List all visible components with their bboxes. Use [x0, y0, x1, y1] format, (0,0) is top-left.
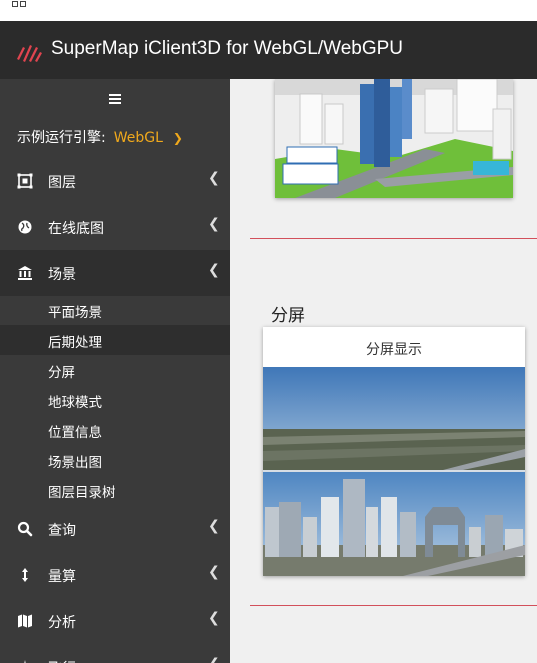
- sub-item-post-processing[interactable]: 后期处理: [0, 325, 230, 355]
- chevron-left-icon: ❮: [208, 564, 220, 580]
- sidebar-item-layers[interactable]: 图层 ❮: [0, 158, 230, 204]
- sub-item-label: 后期处理: [48, 335, 102, 351]
- sidebar-item-online-basemap[interactable]: 在线底图 ❮: [0, 204, 230, 250]
- sub-item-globe-mode[interactable]: 地球模式: [0, 385, 230, 415]
- grid-icon: [12, 1, 26, 7]
- card-caption: 分屏显示: [366, 342, 422, 358]
- arrows-vertical-icon: [22, 568, 28, 582]
- chevron-left-icon: ❮: [208, 610, 220, 626]
- sidebar-item-query[interactable]: 查询 ❮: [0, 506, 230, 552]
- sub-item-label: 图层目录树: [48, 485, 116, 501]
- city-scene-thumbnail: [275, 79, 513, 198]
- app-header: SuperMap iClient3D for WebGL/WebGPU: [0, 21, 537, 79]
- example-card-post-processing[interactable]: [275, 79, 513, 198]
- chevron-left-icon: ❮: [208, 170, 220, 186]
- chevron-left-icon: ❮: [208, 518, 220, 534]
- split-screen-thumbnail: [263, 367, 525, 576]
- sidebar-item-label: 场景: [48, 267, 76, 283]
- sub-item-split-screen[interactable]: 分屏: [0, 355, 230, 385]
- sub-item-flat-scene[interactable]: 平面场景: [0, 295, 230, 325]
- chevron-down-icon: ❮: [208, 262, 220, 278]
- sub-item-scene-export[interactable]: 场景出图: [0, 445, 230, 475]
- sidebar: 示例运行引擎: WebGL ❯ 图层 ❮ 在线底图 ❮ 场景 ❮ 平面场景 后期…: [0, 79, 230, 663]
- hamburger-menu-icon[interactable]: [108, 93, 122, 105]
- sub-item-label: 地球模式: [48, 395, 102, 411]
- sidebar-item-label: 查询: [48, 523, 76, 539]
- sub-item-label: 位置信息: [48, 425, 102, 441]
- sub-item-label: 分屏: [48, 365, 75, 381]
- top-strip: [0, 0, 537, 21]
- chevron-left-icon: ❮: [208, 216, 220, 232]
- bank-icon: [18, 266, 32, 280]
- main-content: 分屏 分屏显示: [230, 79, 537, 663]
- map-icon: [18, 614, 32, 628]
- sub-item-label: 平面场景: [48, 305, 102, 321]
- sidebar-item-measure[interactable]: 量算 ❮: [0, 552, 230, 598]
- sub-item-label: 场景出图: [48, 455, 102, 471]
- engine-value[interactable]: WebGL: [114, 130, 163, 146]
- chevron-left-icon: ❮: [208, 656, 220, 663]
- section-divider: [250, 238, 537, 239]
- example-card-split-screen[interactable]: 分屏显示: [263, 327, 525, 576]
- sidebar-item-label: 图层: [48, 175, 76, 191]
- sidebar-item-label: 飞行: [48, 658, 76, 663]
- sidebar-item-analysis[interactable]: 分析 ❮: [0, 598, 230, 644]
- chevron-down-icon[interactable]: ❯: [173, 131, 183, 145]
- plane-icon: [24, 660, 26, 663]
- engine-label: 示例运行引擎:: [17, 130, 106, 146]
- supermap-logo-icon: [17, 45, 42, 62]
- section-divider: [250, 605, 537, 606]
- layers-icon: [17, 173, 33, 189]
- sidebar-item-label: 分析: [48, 615, 76, 631]
- sidebar-item-flight[interactable]: 飞行 ❮: [0, 644, 230, 663]
- search-icon: [17, 521, 33, 537]
- sub-item-layer-tree[interactable]: 图层目录树: [0, 475, 230, 505]
- sidebar-item-label: 在线底图: [48, 221, 104, 237]
- engine-selector[interactable]: 示例运行引擎: WebGL ❯: [17, 127, 183, 147]
- sub-item-location-info[interactable]: 位置信息: [0, 415, 230, 445]
- section-title: 分屏: [271, 306, 305, 326]
- globe-icon: [18, 220, 32, 234]
- app-title: SuperMap iClient3D for WebGL/WebGPU: [51, 38, 404, 59]
- sidebar-item-scene[interactable]: 场景 ❮: [0, 250, 230, 296]
- sidebar-item-label: 量算: [48, 569, 76, 585]
